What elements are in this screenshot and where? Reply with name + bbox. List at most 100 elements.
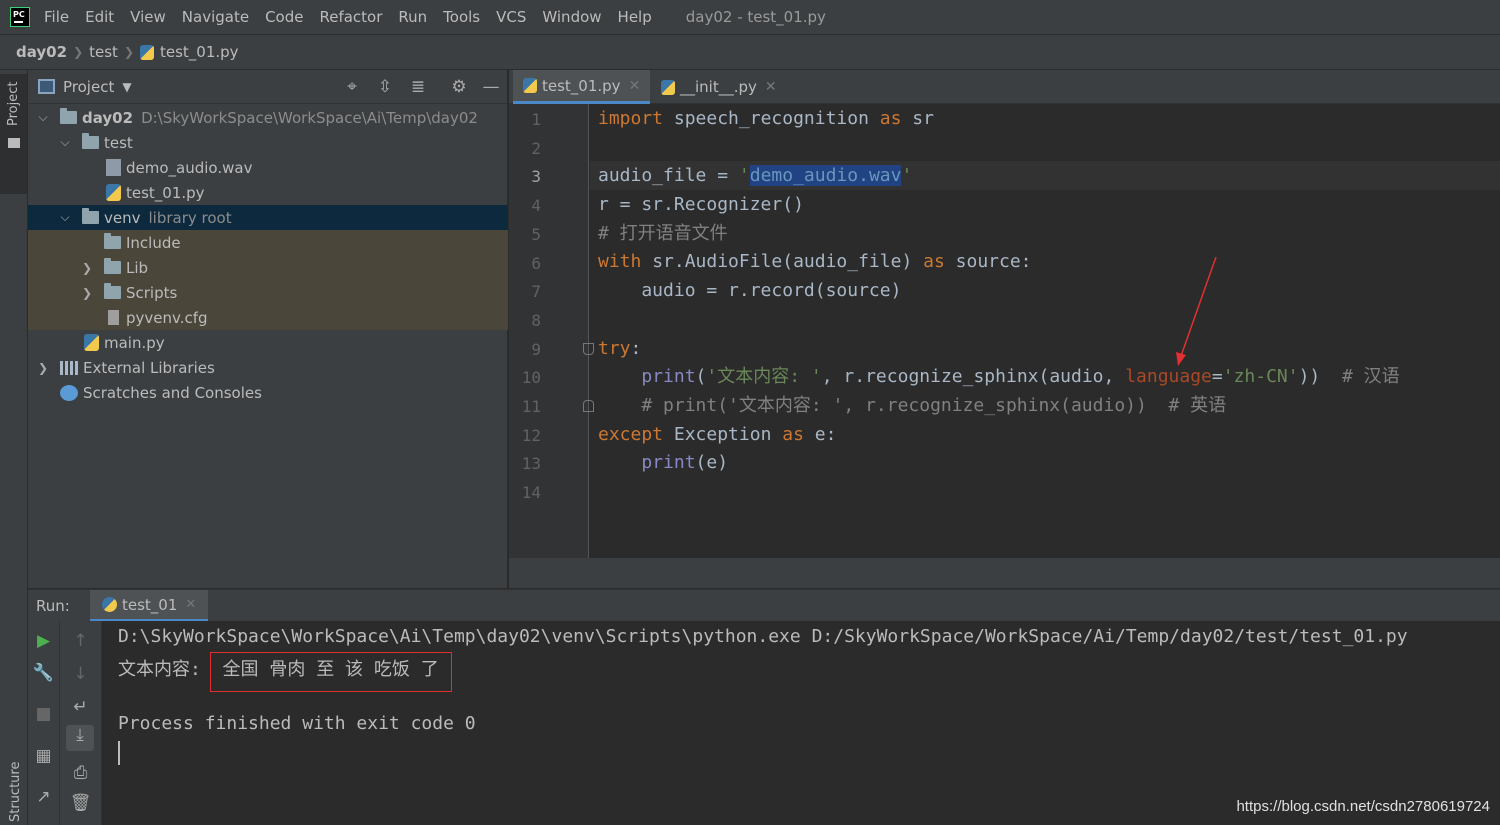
tree-item-label: External Libraries bbox=[83, 358, 215, 377]
close-icon[interactable]: ✕ bbox=[629, 78, 641, 94]
run-console[interactable]: D:\SkyWorkSpace\WorkSpace\Ai\Temp\day02\… bbox=[102, 621, 1500, 825]
print-icon[interactable]: ⎙ bbox=[60, 763, 101, 783]
pin-icon[interactable]: ↗ bbox=[28, 787, 59, 807]
folder-icon bbox=[8, 138, 20, 148]
project-panel-title[interactable]: Project bbox=[63, 78, 114, 96]
trash-icon[interactable]: 🗑 bbox=[60, 793, 101, 813]
arrow-down-icon[interactable]: ↓ bbox=[60, 664, 101, 684]
menu-window[interactable]: Window bbox=[534, 8, 609, 26]
line-number: 9 bbox=[531, 340, 541, 359]
collapse-all-icon[interactable]: ≣ bbox=[408, 78, 428, 96]
code-editor[interactable]: 1 2 3 4 5 6 7 8 9 10 11 12 13 14 import … bbox=[509, 104, 1500, 588]
folder-icon bbox=[104, 258, 121, 274]
editor-tab-bar: test_01.py ✕ __init__.py ✕ bbox=[509, 70, 1500, 104]
tree-item-test[interactable]: ⌵ test bbox=[28, 130, 508, 155]
scroll-to-end-icon[interactable]: ⤓ bbox=[66, 725, 94, 751]
folder-icon bbox=[60, 108, 77, 124]
line-number: 13 bbox=[521, 454, 541, 473]
arrow-up-icon[interactable]: ↑ bbox=[60, 631, 101, 651]
tree-item-label: demo_audio.wav bbox=[126, 158, 253, 177]
run-panel-label: Run: bbox=[36, 596, 70, 615]
minimize-icon[interactable]: — bbox=[481, 78, 501, 96]
scratches-icon bbox=[60, 384, 78, 401]
menu-vcs[interactable]: VCS bbox=[488, 8, 534, 26]
breadcrumb-project[interactable]: day02 bbox=[16, 43, 67, 61]
chevron-right-icon[interactable]: ❯ bbox=[36, 361, 50, 375]
menu-help[interactable]: Help bbox=[610, 8, 660, 26]
tree-item-hint: library root bbox=[148, 208, 232, 227]
tab-label: test_01.py bbox=[542, 76, 621, 95]
tree-item-day02[interactable]: ⌵ day02 D:\SkyWorkSpace\WorkSpace\Ai\Tem… bbox=[28, 105, 508, 130]
chevron-right-icon[interactable]: ❯ bbox=[80, 261, 94, 275]
line-number: 3 bbox=[531, 167, 541, 186]
tree-item-demo-audio[interactable]: demo_audio.wav bbox=[28, 155, 508, 180]
menu-code[interactable]: Code bbox=[257, 8, 311, 26]
chevron-down-icon[interactable]: ⌵ bbox=[58, 210, 72, 225]
code-line-9: try: bbox=[598, 338, 642, 359]
tree-item-venv[interactable]: ⌵ venv library root bbox=[28, 205, 508, 230]
console-caret bbox=[118, 741, 120, 765]
tree-item-label: test bbox=[104, 133, 133, 152]
layout-icon[interactable]: ▦ bbox=[28, 746, 59, 766]
tree-item-label: Lib bbox=[126, 258, 149, 277]
code-line-3: audio_file = 'demo_audio.wav' bbox=[598, 165, 913, 186]
tree-item-pyvenv[interactable]: pyvenv.cfg bbox=[28, 305, 508, 330]
soft-wrap-icon[interactable]: ↵ bbox=[60, 697, 101, 717]
menu-view[interactable]: View bbox=[122, 8, 174, 26]
editor-bottom-area bbox=[509, 558, 1500, 588]
tree-item-label: test_01.py bbox=[126, 183, 205, 202]
tab-init[interactable]: __init__.py ✕ bbox=[651, 70, 787, 104]
locate-icon[interactable]: ⌖ bbox=[342, 78, 362, 96]
tree-item-main[interactable]: main.py bbox=[28, 330, 508, 355]
line-number: 14 bbox=[521, 483, 541, 502]
tree-item-scratches[interactable]: Scratches and Consoles bbox=[28, 380, 508, 405]
folder-icon bbox=[82, 208, 99, 224]
fold-marker-icon[interactable] bbox=[583, 343, 594, 355]
breadcrumb-file[interactable]: test_01.py bbox=[160, 43, 239, 61]
menu-file[interactable]: File bbox=[36, 8, 77, 26]
python-file-icon bbox=[661, 79, 675, 95]
gear-icon[interactable]: ⚙ bbox=[449, 78, 469, 96]
tree-item-label: Include bbox=[126, 233, 181, 252]
chevron-right-icon[interactable]: ❯ bbox=[80, 286, 94, 300]
python-file-icon bbox=[106, 184, 121, 201]
line-number: 8 bbox=[531, 311, 541, 330]
run-panel-header: Run: test_01 ✕ bbox=[28, 589, 1500, 622]
menu-edit[interactable]: Edit bbox=[77, 8, 122, 26]
structure-tool-label[interactable]: Structure bbox=[8, 762, 23, 822]
code-line-4: r = sr.Recognizer() bbox=[598, 194, 804, 215]
run-toolbar-primary: ▶ 🔧 ■ ▦ ↗ bbox=[28, 621, 60, 825]
close-icon[interactable]: ✕ bbox=[765, 79, 777, 95]
chevron-down-icon[interactable]: ▼ bbox=[122, 80, 131, 94]
stop-icon[interactable]: ■ bbox=[28, 704, 59, 724]
menu-refactor[interactable]: Refactor bbox=[311, 8, 390, 26]
run-tab-label: test_01 bbox=[122, 595, 178, 614]
chevron-down-icon[interactable]: ⌵ bbox=[58, 135, 72, 150]
breadcrumb-folder[interactable]: test bbox=[89, 43, 118, 61]
run-tab-test-01[interactable]: test_01 ✕ bbox=[90, 590, 209, 622]
tree-item-lib[interactable]: ❯ Lib bbox=[28, 255, 508, 280]
tree-item-label: Scripts bbox=[126, 283, 178, 302]
rerun-icon[interactable]: ▶ bbox=[28, 631, 59, 651]
wrench-icon[interactable]: 🔧 bbox=[28, 663, 59, 683]
chevron-down-icon[interactable]: ⌵ bbox=[36, 110, 50, 125]
menu-tools[interactable]: Tools bbox=[435, 8, 488, 26]
fold-marker-icon[interactable] bbox=[583, 400, 594, 412]
tree-item-scripts[interactable]: ❯ Scripts bbox=[28, 280, 508, 305]
audio-file-icon bbox=[106, 159, 121, 176]
code-line-5: # 打开语音文件 bbox=[598, 223, 728, 244]
tree-item-include[interactable]: Include bbox=[28, 230, 508, 255]
menu-navigate[interactable]: Navigate bbox=[174, 8, 257, 26]
menu-run[interactable]: Run bbox=[390, 8, 435, 26]
tab-test-01[interactable]: test_01.py ✕ bbox=[513, 70, 651, 104]
code-line-7: audio = r.record(source) bbox=[598, 280, 902, 301]
project-tool-button[interactable]: Project bbox=[0, 74, 27, 194]
close-icon[interactable]: ✕ bbox=[185, 597, 196, 612]
tree-item-external-libraries[interactable]: ❯ External Libraries bbox=[28, 355, 508, 380]
pycharm-logo-icon: PC bbox=[10, 7, 30, 27]
code-line-11: # print('文本内容: ', r.recognize_sphinx(aud… bbox=[598, 395, 1227, 416]
line-number: 6 bbox=[531, 254, 541, 273]
expand-all-icon[interactable]: ⇳ bbox=[375, 78, 395, 96]
tree-item-test-01[interactable]: test_01.py bbox=[28, 180, 508, 205]
python-icon bbox=[102, 597, 117, 612]
